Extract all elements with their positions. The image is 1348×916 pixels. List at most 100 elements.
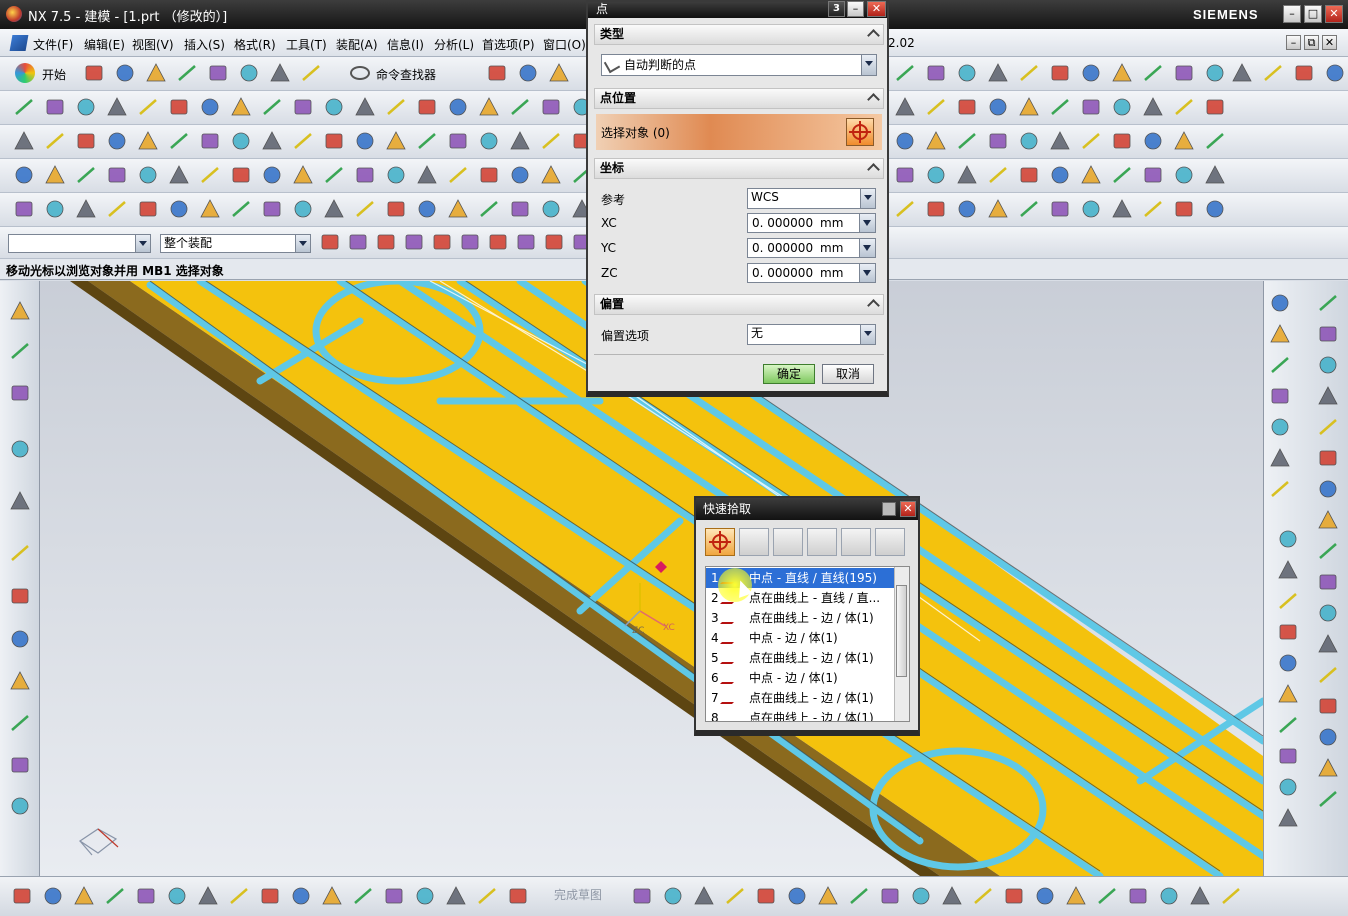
doc-minimize-button[interactable]: – <box>1286 35 1301 50</box>
quick-pick-item[interactable]: 4 中点 - 边 / 体(1) <box>706 628 894 648</box>
right-tool-icon[interactable] <box>1319 791 1337 807</box>
doc-restore-button[interactable]: ⧉ <box>1304 35 1319 50</box>
sketch-tool-icon[interactable] <box>912 887 930 905</box>
right-tool-icon[interactable] <box>1319 698 1337 714</box>
right-tool-icon[interactable] <box>1278 684 1298 703</box>
right-tool-icon[interactable] <box>1318 634 1338 653</box>
right-tool-icon[interactable] <box>1319 604 1337 622</box>
menu-file[interactable]: 文件(F) <box>33 36 73 53</box>
right-tool-icon[interactable] <box>1278 560 1298 579</box>
menu-analysis[interactable]: 分析(L) <box>434 36 474 53</box>
type-filter-select[interactable] <box>8 234 151 253</box>
filter-bodies-icon[interactable] <box>807 528 837 556</box>
cancel-button[interactable]: 取消 <box>822 364 874 384</box>
sketch-tool-icon[interactable] <box>1222 888 1240 904</box>
sketch-tool-icon[interactable] <box>509 888 527 904</box>
right-tool-icon[interactable] <box>1318 758 1338 777</box>
right-tool-icon[interactable] <box>1279 593 1297 609</box>
select-object-row[interactable]: 选择对象 (0) <box>596 114 882 150</box>
selection-scope-select[interactable]: 整个装配 <box>160 234 311 253</box>
sketch-tool-icon[interactable] <box>633 888 651 904</box>
sketch-tool-icon[interactable] <box>168 887 186 905</box>
right-tool-icon[interactable] <box>1319 543 1337 559</box>
menu-tools[interactable]: 工具(T) <box>286 36 327 53</box>
sketch-tool-icon[interactable] <box>198 886 218 905</box>
finish-sketch-button[interactable]: 完成草图 <box>554 886 602 903</box>
quick-pick-item[interactable]: 5 点在曲线上 - 边 / 体(1) <box>706 648 894 668</box>
minimize-button[interactable]: – <box>1283 5 1301 23</box>
right-tool-icon[interactable] <box>1319 326 1337 342</box>
point-type-select[interactable]: 自动判断的点 <box>601 54 877 76</box>
right-tool-icon[interactable] <box>1279 748 1297 764</box>
close-button[interactable]: ✕ <box>1325 5 1343 23</box>
right-tool-icon[interactable] <box>1271 481 1289 497</box>
sketch-tool-icon[interactable] <box>974 888 992 904</box>
xc-input[interactable]: 0. 000000 mm <box>747 213 876 233</box>
resource-icon[interactable] <box>10 671 30 690</box>
menu-preferences[interactable]: 首选项(P) <box>482 36 535 53</box>
section-type[interactable]: 类型 <box>594 24 884 45</box>
section-coordinates[interactable]: 坐标 <box>594 158 884 179</box>
ok-button[interactable]: 确定 <box>763 364 815 384</box>
sketch-tool-icon[interactable] <box>1036 887 1054 905</box>
filter-points-icon[interactable] <box>705 528 735 556</box>
right-tool-icon[interactable] <box>1319 480 1337 498</box>
sketch-tool-icon[interactable] <box>694 886 714 905</box>
dialog-reset-button[interactable]: 3 <box>828 1 845 17</box>
right-tool-icon[interactable] <box>1271 357 1289 373</box>
resource-icon[interactable] <box>11 440 29 458</box>
reference-select[interactable]: WCS <box>747 188 876 209</box>
zc-input[interactable]: 0. 000000 mm <box>747 263 876 283</box>
sketch-tool-icon[interactable] <box>942 886 962 905</box>
sketch-tool-icon[interactable] <box>137 888 155 904</box>
right-tool-icon[interactable] <box>1270 448 1290 467</box>
menu-info[interactable]: 信息(I) <box>387 36 424 53</box>
sketch-toolbar-icons[interactable] <box>0 877 1348 916</box>
sketch-tool-icon[interactable] <box>1129 888 1147 904</box>
quick-pick-item[interactable]: 6 中点 - 边 / 体(1) <box>706 668 894 688</box>
right-tool-icon[interactable] <box>1319 295 1337 311</box>
sketch-tool-icon[interactable] <box>322 886 342 905</box>
quick-pick-item[interactable]: 7 点在曲线上 - 边 / 体(1) <box>706 688 894 708</box>
yc-input[interactable]: 0. 000000 mm <box>747 238 876 258</box>
menu-insert[interactable]: 插入(S) <box>184 36 225 53</box>
offset-option-select[interactable]: 无 <box>747 324 876 345</box>
sketch-tool-icon[interactable] <box>230 888 248 904</box>
sketch-tool-icon[interactable] <box>881 888 899 904</box>
right-tool-icon[interactable] <box>1271 294 1289 312</box>
right-tool-icon[interactable] <box>1270 324 1290 343</box>
app-menu-icon[interactable] <box>9 35 29 51</box>
sketch-tool-icon[interactable] <box>416 887 434 905</box>
point-constructor-icon[interactable] <box>846 118 874 146</box>
menu-window[interactable]: 窗口(O) <box>543 36 586 53</box>
sketch-tool-icon[interactable] <box>354 888 372 904</box>
sketch-tool-icon[interactable] <box>261 888 279 904</box>
pin-icon[interactable] <box>882 502 896 516</box>
resource-icon[interactable] <box>11 343 29 359</box>
command-finder-button[interactable]: 命令查找器 <box>376 66 436 83</box>
dialog-close-button[interactable]: ✕ <box>867 1 886 17</box>
right-tool-icon[interactable] <box>1318 510 1338 529</box>
right-tool-icon[interactable] <box>1319 356 1337 374</box>
quick-pick-item[interactable]: 3 点在曲线上 - 边 / 体(1) <box>706 608 894 628</box>
filter-faces-icon[interactable] <box>773 528 803 556</box>
menu-edit[interactable]: 编辑(E) <box>84 36 125 53</box>
resource-icon[interactable] <box>11 715 29 731</box>
sketch-tool-icon[interactable] <box>446 886 466 905</box>
quick-pick-close-button[interactable]: ✕ <box>900 501 916 517</box>
right-tool-icon[interactable] <box>1319 450 1337 466</box>
sketch-tool-icon[interactable] <box>13 888 31 904</box>
start-menu-button[interactable]: 开始 <box>42 66 66 83</box>
sketch-tool-icon[interactable] <box>106 888 124 904</box>
resource-icon[interactable] <box>10 301 30 320</box>
resource-icon[interactable] <box>11 757 29 773</box>
right-tool-icon[interactable] <box>1319 728 1337 746</box>
resource-icon[interactable] <box>10 491 30 510</box>
dialog-minimize-button[interactable]: – <box>847 1 864 17</box>
right-tool-icon[interactable] <box>1279 530 1297 548</box>
right-tool-icon[interactable] <box>1279 717 1297 733</box>
section-offset[interactable]: 偏置 <box>594 294 884 315</box>
maximize-button[interactable]: □ <box>1304 5 1322 23</box>
sketch-tool-icon[interactable] <box>1190 886 1210 905</box>
sketch-tool-icon[interactable] <box>1005 888 1023 904</box>
